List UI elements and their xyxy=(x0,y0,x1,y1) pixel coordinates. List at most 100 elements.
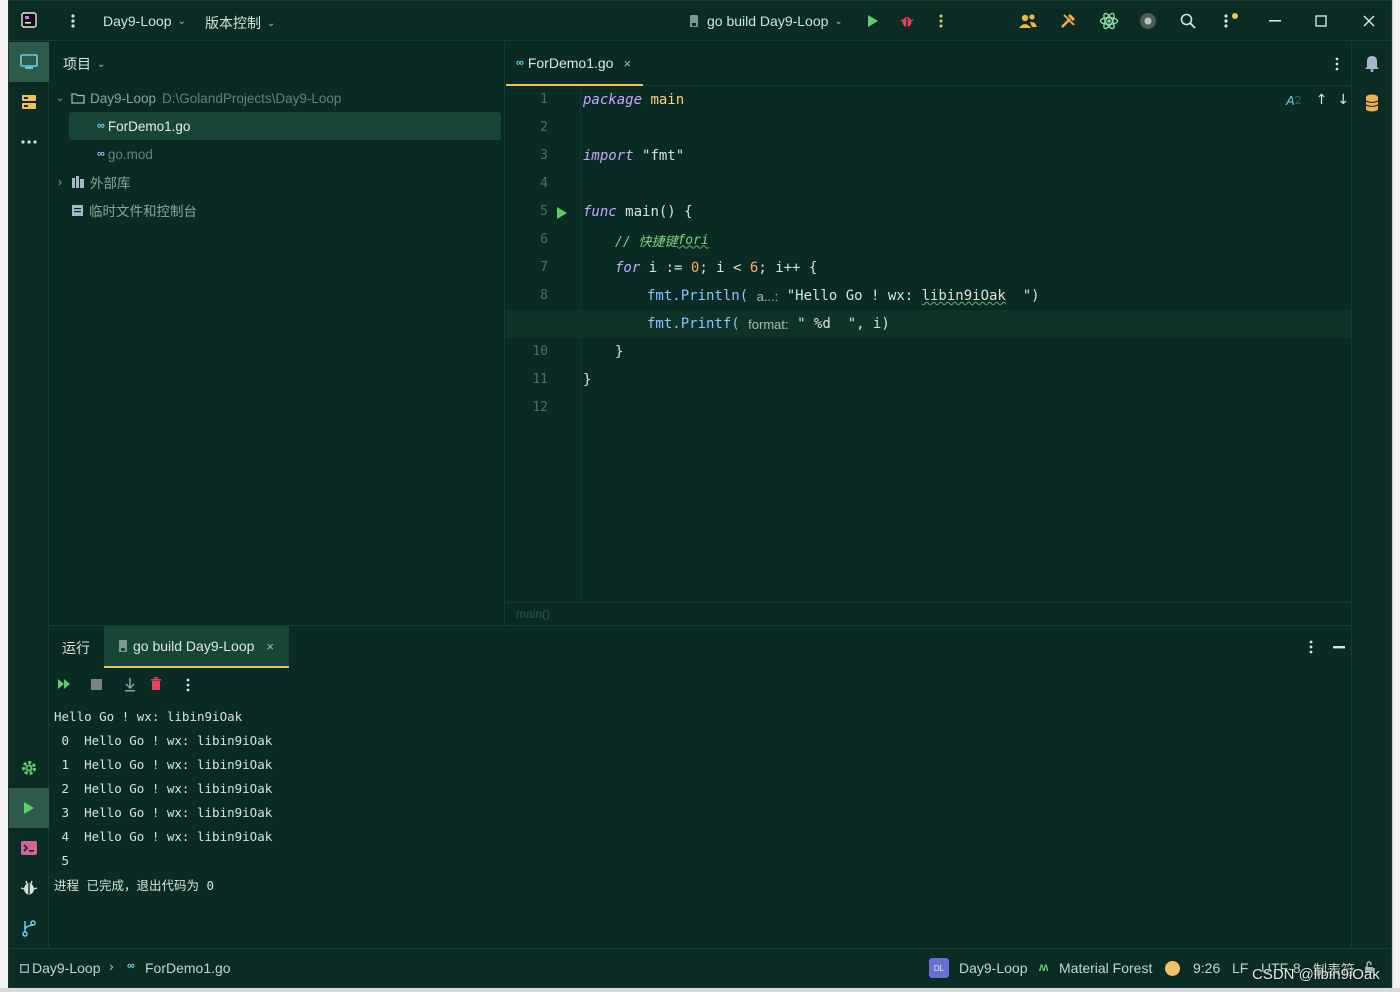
arrow-down-icon[interactable]: ↓ xyxy=(1337,92,1349,108)
tree-row-file[interactable]: ∞ go.mod xyxy=(69,140,501,168)
run-tab-label: go build Day9-Loop xyxy=(133,638,255,654)
record-icon[interactable] xyxy=(1139,12,1157,30)
code-line-5[interactable]: func main() { xyxy=(583,198,693,226)
parameter-hint: a...: xyxy=(756,288,779,304)
maximize-icon[interactable] xyxy=(1313,13,1329,29)
inspection-count: 2 xyxy=(1294,93,1302,107)
project-tool-button[interactable] xyxy=(9,42,49,82)
scratches-label: 临时文件和控制台 xyxy=(89,204,197,219)
line-number: 10 xyxy=(532,344,548,359)
keyword: import xyxy=(583,148,634,164)
atom-icon[interactable] xyxy=(1099,11,1119,31)
closing-brace: } xyxy=(615,344,624,360)
run-gutter-icon[interactable] xyxy=(556,206,568,220)
tree-row-external-libs[interactable]: › 外部库 xyxy=(53,168,493,196)
code-line-3[interactable]: import "fmt" xyxy=(583,142,684,170)
status-line-separator[interactable]: LF xyxy=(1232,960,1248,976)
scroll-to-end-icon[interactable] xyxy=(124,677,136,693)
console-line: 进程 已完成，退出代码为 0 xyxy=(54,877,215,893)
build-tools-icon[interactable] xyxy=(1059,12,1077,30)
vcs-menu[interactable]: 版本控制 ⌄ xyxy=(205,13,275,33)
close-tab-icon[interactable]: × xyxy=(266,639,274,654)
run-panel-options-icon[interactable] xyxy=(1309,640,1313,654)
line-number: 3 xyxy=(540,148,548,163)
chevron-down-icon: ⌄ xyxy=(267,17,276,29)
code-line-11[interactable]: } xyxy=(583,366,591,394)
ellipsis-icon xyxy=(21,140,37,144)
chevron-down-icon: ⌄ xyxy=(177,15,186,27)
close-icon[interactable] xyxy=(1361,13,1377,29)
project-panel-header[interactable]: 项目 ⌄ xyxy=(63,54,105,74)
git-tool-button[interactable] xyxy=(9,908,49,948)
editor-breadcrumb[interactable]: main() xyxy=(506,602,1351,625)
terminal-tool-button[interactable] xyxy=(9,828,49,868)
status-theme[interactable]: Material Forest xyxy=(1059,960,1152,976)
project-selector[interactable]: Day9-Loop ⌄ xyxy=(103,13,186,29)
background-window-edge-right xyxy=(1392,0,1400,992)
ide-window: Day9-Loop ⌄ 版本控制 ⌄ go build Day9-Loop ⌄ xyxy=(8,0,1392,988)
run-panel: 运行 go build Day9-Loop × Hello Go ! wx: l… xyxy=(49,625,1351,948)
root-folder-path: D:\GolandProjects\Day9-Loop xyxy=(162,90,342,106)
code-with-me-icon[interactable] xyxy=(1018,12,1038,30)
code-line-6[interactable]: // 快捷键 fori xyxy=(583,226,709,254)
run-config-selector[interactable]: go build Day9-Loop ⌄ xyxy=(687,13,843,29)
code-line-9[interactable]: fmt.Printf( format: " %d ", i) xyxy=(583,310,890,338)
code-token: ; i < xyxy=(699,260,750,276)
structure-icon xyxy=(21,94,37,110)
stop-icon[interactable] xyxy=(91,679,102,690)
editor-tab[interactable]: ∞ ForDemo1.go × xyxy=(506,42,644,86)
string-literal: ") xyxy=(1005,288,1040,304)
go-file-icon: ∞ xyxy=(127,960,135,972)
status-crumb-file[interactable]: ForDemo1.go xyxy=(145,960,231,976)
arrow-up-icon[interactable]: ↑ xyxy=(1316,92,1328,108)
spellcheck-icon: A xyxy=(1286,92,1295,108)
status-crumb-project[interactable]: Day9-Loop xyxy=(32,960,101,976)
services-tool-button[interactable] xyxy=(9,748,49,788)
structure-tool-button[interactable] xyxy=(9,82,49,122)
run-tab[interactable]: go build Day9-Loop × xyxy=(104,626,289,668)
status-project-name[interactable]: Day9-Loop xyxy=(959,960,1028,976)
console-line: 0 Hello Go ! wx: libin9iOak xyxy=(54,732,273,748)
code-line-1[interactable]: package main xyxy=(583,86,684,114)
branch-icon xyxy=(21,919,37,937)
search-icon[interactable] xyxy=(1179,12,1197,30)
keyword: package xyxy=(583,92,643,108)
tree-row-file[interactable]: ∞ ForDemo1.go xyxy=(69,112,501,140)
app-logo-icon[interactable] xyxy=(21,12,37,28)
settings-updates-icon[interactable] xyxy=(1221,11,1241,31)
external-libs-label: 外部库 xyxy=(90,176,131,191)
rerun-icon[interactable] xyxy=(57,678,71,690)
line-number: 4 xyxy=(540,176,548,191)
database-icon[interactable] xyxy=(1365,94,1379,112)
minimize-icon[interactable] xyxy=(1267,13,1283,29)
status-position[interactable]: 9:26 xyxy=(1193,960,1220,976)
code-line-10[interactable]: } xyxy=(583,338,623,366)
file-name: ForDemo1.go xyxy=(107,118,191,134)
more-actions-icon[interactable] xyxy=(933,13,949,29)
editor-options-icon[interactable] xyxy=(1334,56,1340,72)
tree-row-root[interactable]: ⌄ Day9-Loop D:\GolandProjects\Day9-Loop xyxy=(53,84,493,112)
run-icon[interactable] xyxy=(865,13,881,29)
string-literal: "Hello Go ! wx: xyxy=(786,288,922,304)
notifications-icon[interactable] xyxy=(1364,54,1380,72)
code-line-7[interactable]: for i := 0; i < 6; i++ { xyxy=(583,254,817,282)
run-config-label: go build Day9-Loop xyxy=(707,13,829,29)
editor-tab-bar: ∞ ForDemo1.go × xyxy=(506,42,1351,86)
inspection-widget[interactable]: A 2 ↑ ↓ xyxy=(1286,92,1349,108)
close-tab-icon[interactable]: × xyxy=(623,56,631,71)
editor-tab-label: ForDemo1.go xyxy=(527,55,614,71)
scratches-icon xyxy=(71,204,84,217)
more-tools-button[interactable] xyxy=(9,122,49,162)
debug-icon[interactable] xyxy=(899,13,915,29)
bug-icon xyxy=(20,879,38,897)
run-tool-button[interactable] xyxy=(9,788,49,828)
tree-row-scratches[interactable]: 临时文件和控制台 xyxy=(53,196,493,224)
console-output[interactable]: Hello Go ! wx: libin9iOak 0 Hello Go ! w… xyxy=(54,704,1344,944)
more-actions-icon[interactable] xyxy=(186,678,190,692)
code-line-8[interactable]: fmt.Println( a...: "Hello Go ! wx: libin… xyxy=(583,282,1040,310)
problems-tool-button[interactable] xyxy=(9,868,49,908)
clear-console-icon[interactable] xyxy=(150,677,162,691)
project-icon xyxy=(20,54,38,70)
main-menu-icon[interactable] xyxy=(65,13,81,29)
hide-panel-icon[interactable] xyxy=(1333,646,1345,649)
